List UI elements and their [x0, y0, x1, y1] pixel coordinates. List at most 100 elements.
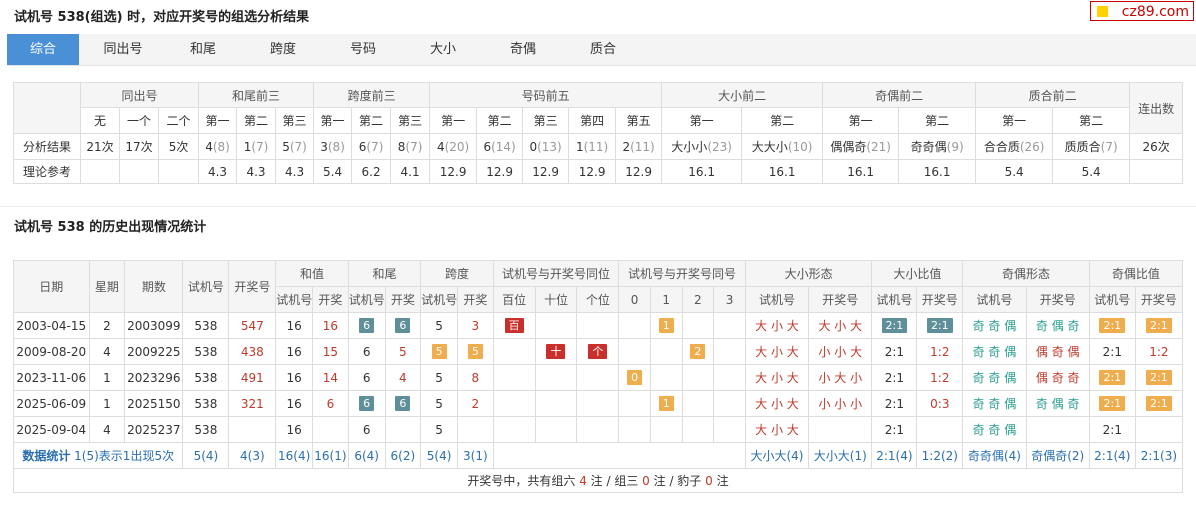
tab-overview[interactable]: 综合	[7, 34, 79, 65]
span-badge: 5	[467, 344, 483, 359]
samepos-cell: 百	[492, 312, 536, 339]
reference-cell: 12.9	[615, 159, 663, 184]
tab-hewei[interactable]: 和尾	[167, 34, 239, 65]
tail-value: 6	[362, 370, 371, 385]
result-note: (14)	[491, 139, 516, 154]
sub-header: 十位	[534, 286, 578, 313]
bigsmall-draw-cell: 小 大 小	[808, 364, 873, 391]
tab-tongchu[interactable]: 同出号	[87, 34, 159, 65]
tail-cell: 4	[384, 364, 422, 391]
sub-header: 第一	[429, 107, 478, 134]
site-logo[interactable]: cz89.com	[1090, 1, 1194, 21]
same-cell: 1	[649, 390, 683, 417]
stat-cell: 奇奇偶(4)	[962, 442, 1027, 469]
stats-note: 1(5)表示1出现5次	[74, 449, 175, 463]
result-cell: 偶偶奇(21)	[822, 133, 900, 160]
tail-cell: 6	[384, 312, 422, 339]
result-value: 21次	[86, 140, 114, 154]
sub-header: 试机号	[420, 286, 458, 313]
week-cell: 4	[88, 338, 126, 365]
test-cell: 538	[182, 338, 230, 365]
issue-cell: 2009225	[124, 338, 184, 365]
result-cell: 2(11)	[615, 133, 663, 160]
samepos-cell	[492, 416, 536, 443]
week-cell: 1	[88, 390, 126, 417]
result-cell: 4(8)	[198, 133, 238, 160]
tail-cell: 6	[347, 390, 386, 417]
sub-header: 试机号	[347, 286, 386, 313]
sub-header: 二个	[157, 107, 200, 134]
col-date: 日期	[13, 260, 90, 313]
result-note: (7)	[251, 139, 269, 154]
oddeven-test-cell: 奇 奇 偶	[962, 390, 1027, 417]
corner-cell	[13, 82, 81, 134]
result-note: (23)	[707, 140, 732, 154]
span-cell: 2	[456, 390, 494, 417]
result-value: 质质合	[1064, 140, 1101, 154]
footer-count-zu6: 4	[579, 474, 587, 488]
col-tail: 和尾	[347, 260, 422, 287]
stat-cell: 5(4)	[420, 442, 458, 469]
bsratio-value: 2:1	[884, 396, 905, 411]
tab-haoma[interactable]: 号码	[327, 34, 399, 65]
sub-header: 3	[713, 286, 746, 313]
bsratio-value: 0:3	[930, 396, 950, 411]
oeratio-cell: 2:1	[1088, 390, 1136, 417]
oddeven-draw-cell: 偶 奇 偶	[1025, 338, 1090, 365]
same-cell	[649, 416, 683, 443]
stat-cell: 6(4)	[347, 442, 386, 469]
same-badge: 1	[658, 396, 674, 411]
sum-test-cell: 16	[275, 312, 314, 339]
tail-badge: 6	[395, 318, 411, 333]
col-draw: 开奖号	[228, 260, 277, 313]
stat-cell: 2:1(3)	[1134, 442, 1184, 469]
reference-cell: 12.9	[476, 159, 524, 184]
bigsmall-test-cell: 大 小 大	[744, 416, 810, 443]
tail-value: 4	[399, 370, 407, 385]
sub-header: 第二	[236, 107, 277, 134]
tab-daxiao[interactable]: 大小	[407, 34, 479, 65]
sum-draw-cell: 14	[312, 364, 349, 391]
same-cell	[649, 338, 683, 365]
stat-cell: 4(3)	[228, 442, 277, 469]
result-cell: 大小小(23)	[661, 133, 743, 160]
span-value: 5	[435, 396, 443, 411]
oddeven-draw-cell: 偶 奇 奇	[1025, 364, 1090, 391]
reference-cell: 16.1	[898, 159, 977, 184]
tail-cell: 5	[384, 338, 422, 365]
tab-kuadu[interactable]: 跨度	[247, 34, 319, 65]
sub-header: 试机号	[962, 286, 1027, 313]
sub-header: 个位	[576, 286, 620, 313]
sub-header: 开奖号	[1025, 286, 1090, 313]
stat-cell: 3(1)	[456, 442, 494, 469]
samepos-badge: 个	[588, 344, 608, 359]
col-sum: 和值	[275, 260, 349, 287]
oddeven-test-cell: 奇 奇 偶	[962, 312, 1027, 339]
sub-header: 第一	[822, 107, 900, 134]
samepos-cell	[534, 390, 578, 417]
sum-test-cell: 16	[275, 416, 314, 443]
stat-cell-empty	[492, 442, 746, 469]
result-value: 2	[622, 139, 631, 154]
table-row: 2009-08-20 4 2009225 538 438 16 15 6 5 5 5 十 个 2 大 小 大…	[13, 338, 1184, 365]
samepos-cell	[492, 338, 536, 365]
col-oddeven: 奇偶形态	[962, 260, 1090, 287]
tab-jiou[interactable]: 奇偶	[487, 34, 559, 65]
tab-zhihe[interactable]: 质合	[567, 34, 639, 65]
bsratio-cell: 2:1	[871, 338, 918, 365]
tail-cell	[384, 416, 422, 443]
sub-header: 1	[649, 286, 683, 313]
same-badge: 2	[690, 344, 706, 359]
col-samepos: 试机号与开奖号同位	[492, 260, 620, 287]
tail-cell: 6	[347, 338, 386, 365]
issue-cell: 2025150	[124, 390, 184, 417]
result-note: (8)	[327, 139, 345, 154]
date-cell: 2003-04-15	[13, 312, 90, 339]
result-cell: 1(11)	[568, 133, 617, 160]
bsratio-badge: 2:1	[926, 318, 953, 333]
same-cell: 0	[618, 364, 651, 391]
table-row: 2003-04-15 2 2003099 538 547 16 16 6 6 5 3 百 1 大 小 大大…	[13, 312, 1184, 339]
stats-label: 数据统计 1(5)表示1出现5次	[12, 442, 184, 469]
stat-cell: 大小大(4)	[744, 442, 810, 469]
result-cell: 合合质(26)	[975, 133, 1054, 160]
